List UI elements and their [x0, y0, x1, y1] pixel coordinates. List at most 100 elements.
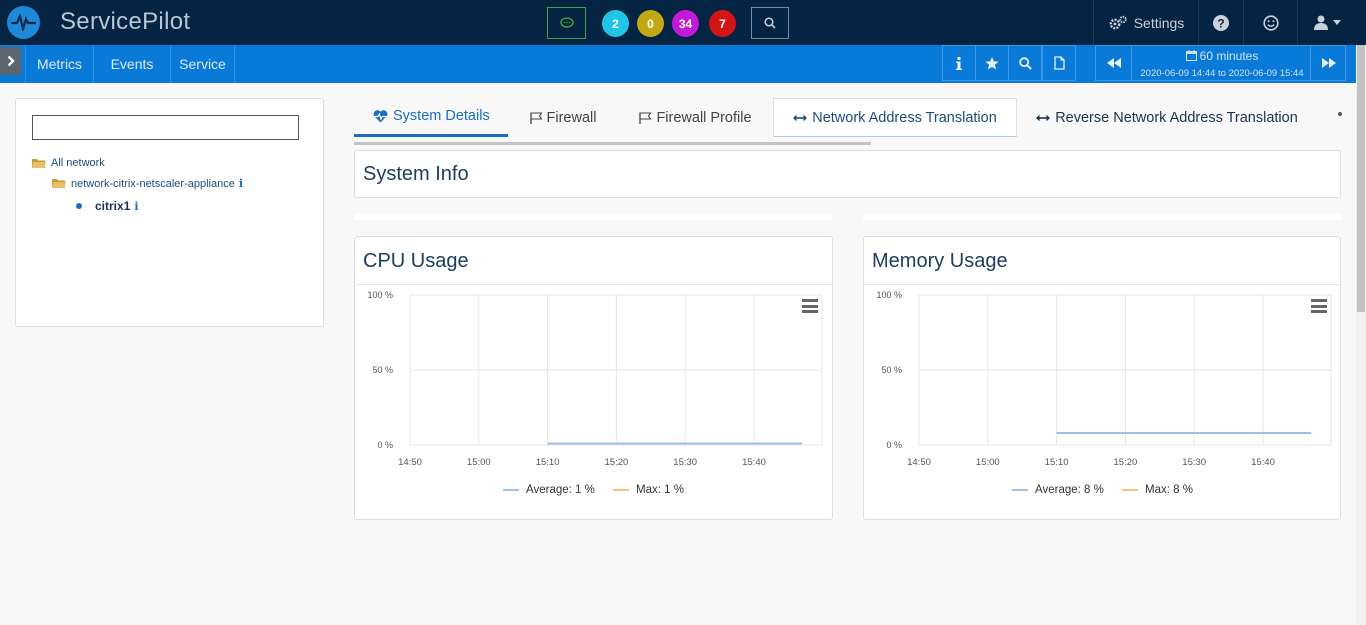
heartbeat-icon [373, 109, 388, 122]
search-icon [764, 17, 776, 29]
tabs-overflow-indicator[interactable] [1338, 112, 1342, 116]
system-info-card: System Info [354, 150, 1341, 198]
legend-average[interactable]: Average: 1 % [503, 484, 595, 496]
time-back-button[interactable] [1096, 46, 1132, 80]
page-scrollbar[interactable] [1356, 45, 1366, 625]
star-icon [985, 56, 999, 69]
x-tick-label: 15:10 [1045, 457, 1069, 468]
tree-node-label: citrix1 [95, 199, 131, 213]
tab-label: Reverse Network Address Translation [1055, 109, 1298, 126]
chart-menu-button[interactable] [1311, 299, 1327, 313]
favorite-button[interactable] [975, 45, 1009, 81]
time-range-dates: 2020-06-09 14:44 to 2020-06-09 15:44 [1140, 68, 1304, 79]
tree-node-root[interactable]: All network [32, 157, 105, 169]
legend-max[interactable]: Max: 1 % [613, 484, 684, 496]
tab-label: System Details [393, 108, 490, 124]
arrows-horizontal-icon [793, 114, 808, 121]
scrollbar-thumb[interactable] [1357, 45, 1365, 312]
tab-network-address-translation[interactable]: Network Address Translation [773, 98, 1017, 137]
x-tick-label: 14:50 [907, 457, 931, 468]
card-title: System Info [363, 163, 469, 185]
x-tick-label: 15:10 [536, 457, 560, 468]
report-button[interactable] [1042, 45, 1076, 81]
flag-icon [529, 111, 543, 124]
tree-search-input[interactable] [32, 115, 299, 140]
global-search-button[interactable] [751, 7, 789, 39]
cpu-usage-chart: 0 % 50 % 100 % 14:50 15:00 15:10 15:20 15:30 15:… [367, 290, 823, 468]
sidebar-toggle-button[interactable] [0, 47, 21, 75]
time-range-selector: 60 minutes 2020-06-09 14:44 to 2020-06-0… [1095, 45, 1346, 81]
info-icon [956, 56, 962, 70]
help-button[interactable]: ? [1198, 0, 1243, 45]
calendar-icon [1185, 50, 1197, 61]
tab-firewall-profile[interactable]: Firewall Profile [618, 98, 773, 137]
x-tick-label: 15:00 [976, 457, 1000, 468]
time-range-label: 60 minutes [1199, 49, 1259, 63]
y-tick-label: 50 % [372, 365, 393, 375]
arrows-horizontal-icon [1036, 114, 1051, 121]
y-tick-label: 100 % [367, 290, 393, 300]
nav-item-metrics[interactable]: Metrics [25, 45, 94, 83]
badge-warning[interactable]: 0 [637, 10, 664, 37]
chat-button[interactable] [547, 7, 586, 39]
question-circle-icon: ? [1213, 14, 1229, 31]
info-icon[interactable]: i [239, 177, 243, 190]
info-button[interactable] [942, 45, 976, 81]
nav-bar: Metrics Events Service 60 minutes 2020-0… [0, 45, 1356, 83]
nav-item-events[interactable]: Events [94, 45, 171, 83]
svg-text:?: ? [1217, 16, 1224, 30]
user-menu-button[interactable] [1297, 0, 1356, 45]
top-bar: ServicePilot 2 0 34 7 Settings ? [0, 0, 1366, 45]
x-tick-label: 15:40 [742, 457, 766, 468]
tab-firewall[interactable]: Firewall [508, 98, 618, 137]
cpu-usage-card: CPU Usage 0 % 50 % 100 % 14:50 15:00 15:10 15:… [354, 236, 833, 520]
brand-name: ServicePilot [60, 8, 191, 35]
x-tick-label: 15:30 [1182, 457, 1206, 468]
time-forward-button[interactable] [1310, 46, 1346, 80]
legend-label: Average: 1 % [526, 484, 595, 496]
tabs-scrollbar[interactable] [354, 142, 871, 145]
legend-label: Max: 8 % [1145, 484, 1193, 496]
legend-label: Max: 1 % [636, 484, 684, 496]
backward-icon [1106, 58, 1121, 68]
tree-node-group[interactable]: network-citrix-netscaler-appliance i [52, 177, 243, 190]
y-tick-label: 100 % [876, 290, 902, 300]
tree-node-label: network-citrix-netscaler-appliance [71, 177, 235, 190]
user-icon [1313, 15, 1328, 30]
flag-icon [639, 111, 652, 124]
search-button[interactable] [1008, 45, 1042, 81]
tree-node-label: All network [51, 157, 105, 169]
legend-max[interactable]: Max: 8 % [1122, 484, 1193, 496]
y-tick-label: 50 % [881, 365, 902, 375]
feedback-button[interactable] [1243, 0, 1297, 45]
tab-label: Network Address Translation [812, 109, 997, 126]
tab-label: Firewall Profile [656, 109, 752, 126]
chevron-right-icon [7, 55, 15, 67]
tab-reverse-network-address-translation[interactable]: Reverse Network Address Translation [1017, 98, 1317, 137]
section-divider [863, 214, 1341, 220]
tab-system-details[interactable]: System Details [354, 98, 508, 137]
x-tick-label: 15:00 [467, 457, 491, 468]
badge-info[interactable]: 2 [602, 10, 629, 37]
search-icon [1018, 56, 1032, 70]
chat-icon [559, 17, 574, 28]
gears-icon [1109, 15, 1127, 29]
legend-average[interactable]: Average: 8 % [1012, 484, 1104, 496]
nav-item-service[interactable]: Service [171, 45, 235, 83]
badge-major[interactable]: 34 [672, 10, 699, 37]
x-tick-label: 15:20 [605, 457, 629, 468]
memory-usage-chart: 0 % 50 % 100 % 14:50 15:00 15:10 15:20 15:30 15:… [876, 290, 1332, 468]
logo-icon[interactable] [7, 6, 40, 39]
tree-node-device[interactable]: citrix1 i [76, 199, 139, 213]
x-tick-label: 15:40 [1251, 457, 1275, 468]
x-tick-label: 15:20 [1114, 457, 1138, 468]
legend-label: Average: 8 % [1035, 484, 1104, 496]
x-tick-label: 15:30 [673, 457, 697, 468]
y-tick-label: 0 % [886, 440, 902, 450]
memory-usage-card: Memory Usage 0 % 50 % 100 % 14:50 15:00 15:10… [863, 236, 1341, 520]
badge-critical[interactable]: 7 [709, 10, 736, 37]
chart-menu-button[interactable] [802, 299, 818, 313]
settings-button[interactable]: Settings [1093, 0, 1198, 45]
info-icon[interactable]: i [134, 200, 138, 213]
caret-down-icon [1332, 20, 1341, 25]
